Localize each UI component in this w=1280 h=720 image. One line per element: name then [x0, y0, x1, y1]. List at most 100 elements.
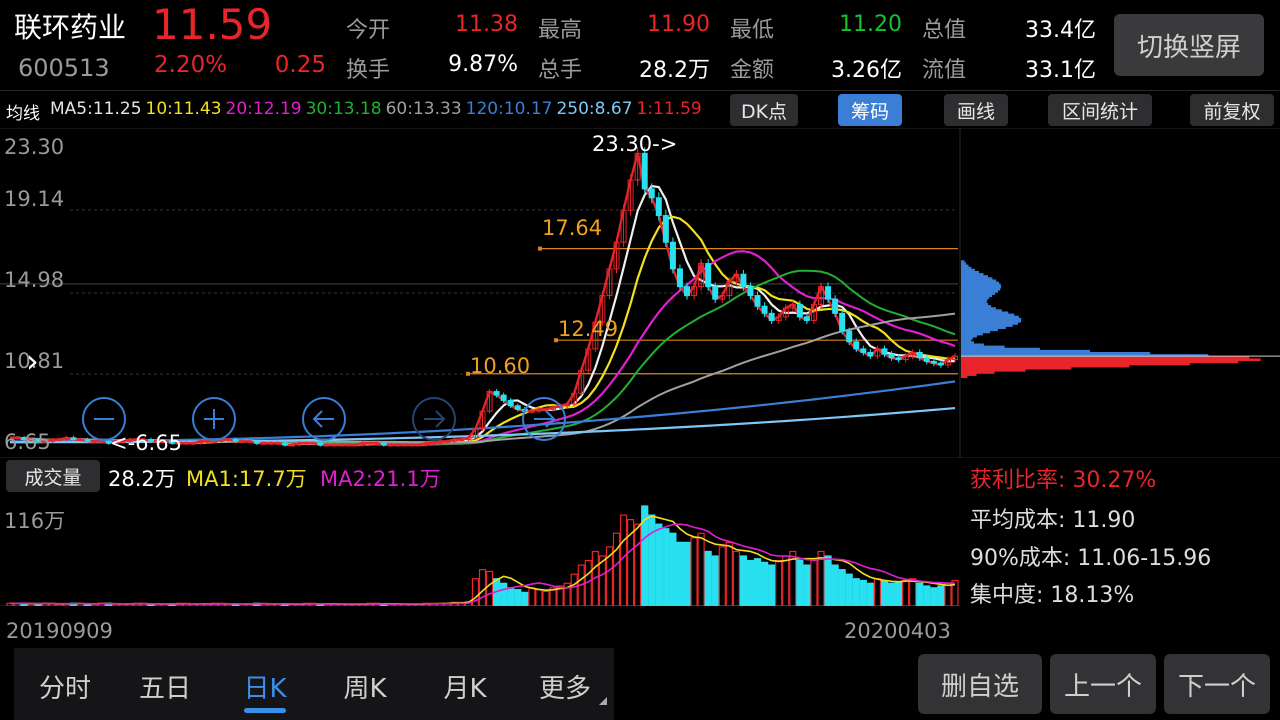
volume-bar: [782, 555, 790, 606]
chip-distribution: [961, 260, 1280, 379]
candle-body: [352, 444, 359, 447]
ma-toolbar-button[interactable]: 画线: [944, 94, 1008, 126]
candle-body: [888, 353, 895, 359]
candle-body: [923, 357, 930, 362]
candle-body: [253, 440, 260, 444]
candle-body: [754, 295, 761, 307]
volume-bar: [824, 555, 832, 606]
level-label-1764: 17.64: [542, 216, 603, 240]
candle-body: [867, 351, 874, 357]
date-start: 20190909: [6, 619, 113, 643]
quote-value: 33.4亿: [1025, 18, 1096, 43]
volume-chart[interactable]: [0, 494, 960, 606]
candle-body: [493, 391, 500, 396]
price-axis-label-3: 14.98: [4, 268, 65, 292]
ma-toolbar-button[interactable]: DK点: [730, 94, 798, 126]
candle-body: [70, 437, 77, 441]
volume-bar: [648, 514, 656, 606]
volume-bar: [937, 585, 945, 606]
quote-value: 28.2万: [639, 58, 710, 83]
volume-bar: [887, 582, 896, 606]
candle-body: [345, 444, 352, 447]
candle-body: [684, 286, 691, 297]
volume-bar: [725, 541, 733, 606]
candle-body: [761, 305, 768, 314]
tab-period[interactable]: 分时: [20, 668, 110, 705]
volume-bar: [528, 587, 536, 606]
ma-value: 60:13.33: [385, 99, 462, 119]
ma-value: MA5:11.25: [50, 99, 142, 119]
arrow-left-icon[interactable]: [520, 396, 570, 442]
candle-body: [408, 444, 415, 447]
volume-indicator-button[interactable]: 成交量: [6, 460, 100, 492]
volume-bar: [612, 532, 621, 606]
volume-bar: [711, 555, 719, 606]
candle-body: [246, 440, 253, 443]
candle-body: [705, 263, 712, 288]
next-stock-button[interactable]: 下一个: [1164, 654, 1270, 714]
stock-code: 600513: [18, 54, 110, 82]
volume-bar: [930, 587, 938, 606]
tab-selected-indicator: [244, 708, 286, 713]
candle-body: [324, 444, 331, 447]
candle-body: [825, 286, 832, 300]
tab-period[interactable]: 五日: [120, 668, 210, 705]
volume-bar: [909, 578, 917, 606]
zoom-in-icon[interactable]: [190, 396, 240, 442]
volume-bar: [542, 590, 550, 606]
zoom-out-icon[interactable]: [80, 396, 160, 442]
tab-period[interactable]: 更多: [520, 668, 610, 705]
ma-toolbar-button[interactable]: 筹码: [838, 94, 902, 126]
ma-toolbar-button[interactable]: 区间统计: [1048, 94, 1152, 126]
candle-body: [190, 442, 197, 445]
candle-body: [239, 440, 246, 443]
arrow-right-icon[interactable]: [410, 396, 460, 442]
volume-bar: [669, 532, 677, 606]
ma-value: 20:12.19: [225, 99, 302, 119]
header-divider: [0, 90, 1280, 91]
volume-bar: [500, 582, 508, 606]
candle-body: [274, 442, 281, 445]
switch-portrait-button[interactable]: 切换竖屏: [1114, 14, 1264, 76]
candle-body: [183, 442, 190, 445]
volume-bar: [697, 532, 705, 606]
volume-bar: [803, 564, 811, 606]
volume-bar: [507, 587, 515, 606]
volume-bar: [34, 603, 42, 606]
ma-value: 250:8.67: [556, 99, 633, 119]
volume-bar: [768, 564, 776, 606]
candle-body: [662, 215, 669, 243]
tab-period[interactable]: 周K: [320, 668, 410, 705]
volume-bar: [923, 585, 931, 606]
ma-toolbar-button[interactable]: 前复权: [1190, 94, 1274, 126]
change-percent: 2.20%: [154, 52, 228, 78]
volume-bar: [619, 514, 628, 606]
volume-bar: [662, 528, 670, 606]
volume-bar: [683, 541, 691, 606]
candle-body: [282, 442, 289, 446]
candle-body: [317, 442, 324, 446]
chevron-right-icon[interactable]: ›: [26, 342, 39, 380]
candle-body: [387, 444, 394, 447]
arrow-left-icon[interactable]: [300, 396, 350, 442]
volume-bar: [676, 541, 684, 606]
previous-stock-button[interactable]: 上一个: [1050, 654, 1156, 714]
quote-value: 11.38: [455, 12, 518, 37]
candle-body: [803, 316, 810, 321]
ma-values: MA5:11.25 10:11.43 20:12.19 30:13.18 60:13.3…: [50, 99, 702, 119]
candle-body: [846, 330, 853, 343]
tab-period[interactable]: 月K: [420, 668, 510, 705]
candle-body: [937, 362, 944, 366]
volume-bar: [718, 546, 726, 606]
date-end: 20200403: [844, 619, 951, 643]
quote-label: 金额: [730, 58, 775, 83]
remove-watchlist-button[interactable]: 删自选: [918, 654, 1042, 714]
volume-bar: [880, 579, 889, 606]
candle-body: [676, 268, 683, 288]
tab-period[interactable]: 日K: [220, 668, 310, 705]
volume-bar: [916, 582, 924, 606]
more-triangle-icon: [599, 697, 607, 705]
candle-body: [796, 303, 803, 318]
volume-bar: [845, 573, 853, 606]
quote-value: 3.26亿: [831, 58, 902, 83]
